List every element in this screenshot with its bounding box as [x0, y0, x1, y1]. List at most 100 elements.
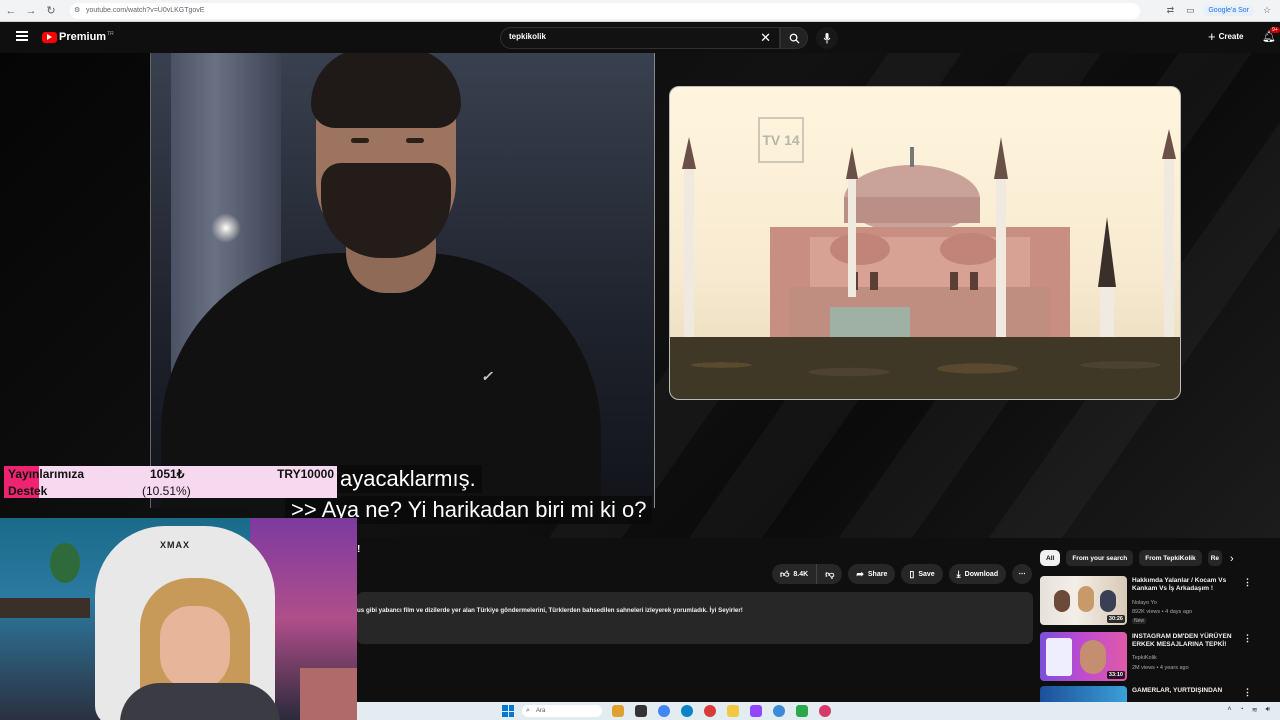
search-icon	[789, 33, 800, 44]
goal-label-line2: Destek	[8, 484, 48, 498]
chip-from-your-search[interactable]: From your search	[1066, 550, 1134, 566]
forward-icon[interactable]: →	[22, 2, 40, 20]
chip-all[interactable]: All	[1040, 550, 1061, 566]
like-count: 8.4K	[793, 570, 809, 578]
like-dislike-group: 👍︎ 8.4K 👎︎	[772, 564, 843, 584]
recommendation-channel[interactable]: TepkiKolik	[1132, 655, 1157, 661]
clear-search-icon[interactable]: ✕	[760, 30, 771, 46]
chevron-right-icon[interactable]: ›	[1230, 553, 1234, 565]
recommendation-title[interactable]: INSTAGRAM DM'DEN YÜRÜYEN ERKEK MESAJLARI…	[1132, 633, 1242, 649]
widgets-icon[interactable]	[612, 705, 624, 717]
video-thumbnail[interactable]: 33:10	[1040, 632, 1127, 681]
taskbar-search[interactable]: ⌕ Ara	[522, 705, 602, 717]
more-vertical-icon[interactable]: ⋮	[1243, 577, 1252, 588]
more-vertical-icon[interactable]: ⋮	[1243, 633, 1252, 644]
left-eye	[351, 138, 369, 143]
recommendation-item[interactable]: GAMERLAR, YURTDIŞINDAN ⋮	[1040, 686, 1280, 702]
windows-taskbar: ⌕ Ara ˄ ◔ ≋ 🔊︎	[357, 702, 1280, 720]
description-text: us gibi yabancı film ve dizilerde yer al…	[357, 607, 743, 614]
taskbar-search-placeholder: Ara	[536, 708, 546, 714]
recommendation-item[interactable]: 30:26 Hakkımda Yalanlar / Kocam Vs Kanka…	[1040, 576, 1280, 626]
search-icon: ⌕	[526, 707, 530, 714]
right-eye	[406, 138, 424, 143]
donation-goal-bar: Yayınlarımıza 1051₺ TRY10000 Destek (10.…	[4, 466, 337, 498]
menu-icon[interactable]	[16, 31, 28, 41]
save-button[interactable]: ▯ Save	[901, 564, 943, 584]
more-vertical-icon[interactable]: ⋮	[1243, 687, 1252, 698]
tray-chevron-icon[interactable]: ˄	[1227, 706, 1231, 714]
download-icon: ⤓	[956, 568, 961, 579]
edge-icon[interactable]	[681, 705, 693, 717]
thumbs-up-icon: 👍︎	[780, 568, 790, 579]
desk	[300, 668, 357, 720]
recommendation-title[interactable]: GAMERLAR, YURTDIŞINDAN	[1132, 687, 1242, 695]
chip-related[interactable]: Re	[1207, 550, 1222, 566]
voice-search-button[interactable]	[816, 27, 838, 49]
dislike-button[interactable]: 👎︎	[817, 564, 843, 584]
site-info-icon[interactable]: ⚙	[74, 3, 80, 19]
bookmark-star-icon[interactable]: ☆	[1260, 3, 1274, 17]
cast-icon[interactable]: ▭	[1183, 3, 1197, 17]
recommendation-title[interactable]: Hakkımda Yalanlar / Kocam Vs Kankam Vs İ…	[1132, 577, 1242, 593]
volume-icon[interactable]: 🔊︎	[1266, 706, 1270, 714]
browser-toolbar: ← → ↻ ⚙ youtube.com/watch?v=U0vLKGTgovE …	[0, 0, 1280, 22]
more-horizontal-icon: ⋯	[1018, 571, 1026, 578]
taskbar-apps	[612, 705, 831, 717]
recommendation-meta: 2M views • 4 years ago	[1132, 665, 1189, 671]
goal-label-line1: Yayınlarımıza	[8, 467, 85, 481]
video-thumbnail[interactable]	[1040, 686, 1127, 702]
plant	[50, 543, 80, 583]
shelf	[0, 598, 90, 618]
plus-icon: +	[1208, 29, 1216, 44]
notification-badge: 9+	[1270, 27, 1280, 33]
youtube-premium-logo[interactable]: Premium TR	[42, 31, 114, 43]
network-icon[interactable]: ◔	[1239, 706, 1243, 714]
app-icon[interactable]	[819, 705, 831, 717]
nike-logo-icon: ✓	[481, 368, 493, 384]
hair	[311, 53, 461, 128]
video-duration: 33:10	[1106, 671, 1125, 679]
description-box[interactable]: us gibi yabancı film ve dizilerde yer al…	[357, 592, 1033, 644]
translate-icon[interactable]: ⇄	[1163, 3, 1177, 17]
chrome-alt-icon[interactable]	[773, 705, 785, 717]
chip-from-channel[interactable]: From TepkiKolik	[1139, 550, 1202, 566]
create-button[interactable]: + Create	[1208, 29, 1244, 44]
video-thumbnail[interactable]: 30:26	[1040, 576, 1127, 625]
reactor-webcam-feed: ✓	[150, 53, 655, 508]
goal-current: 1051₺	[150, 467, 185, 481]
search-input[interactable]: tepkikolik ✕	[500, 27, 780, 49]
obs-icon[interactable]	[796, 705, 808, 717]
address-bar[interactable]: ⚙ youtube.com/watch?v=U0vLKGTgovE	[70, 3, 1140, 19]
url-text: youtube.com/watch?v=U0vLKGTgovE	[86, 7, 205, 14]
chrome-icon[interactable]	[658, 705, 670, 717]
like-button[interactable]: 👍︎ 8.4K	[772, 564, 818, 584]
file-explorer-icon[interactable]	[727, 705, 739, 717]
share-button[interactable]: ➦ Share	[848, 564, 896, 584]
related-filter-chips: All From your search From TepkiKolik Re	[1040, 550, 1222, 566]
recommendation-channel[interactable]: Nolayo Yo	[1132, 600, 1157, 606]
video-title: !	[357, 544, 361, 555]
more-actions-button[interactable]: ⋯	[1012, 564, 1033, 584]
twitch-icon[interactable]	[750, 705, 762, 717]
share-label: Share	[867, 570, 888, 578]
search-button[interactable]	[780, 27, 808, 49]
back-icon[interactable]: ←	[2, 2, 20, 20]
streamer-face	[160, 606, 230, 691]
wifi-icon[interactable]: ≋	[1252, 706, 1258, 714]
youtube-play-icon	[42, 31, 57, 43]
task-view-icon[interactable]	[635, 705, 647, 717]
windows-start-icon[interactable]	[502, 705, 514, 717]
trees	[670, 337, 1180, 399]
search-value: tepkikolik	[509, 32, 546, 41]
streamer-webcam: XMAX	[0, 518, 357, 720]
recommendation-item[interactable]: 33:10 INSTAGRAM DM'DEN YÜRÜYEN ERKEK MES…	[1040, 632, 1280, 682]
logo-text: Premium	[59, 31, 107, 43]
google-sor-button[interactable]: Google'a Sor	[1203, 4, 1254, 16]
save-label: Save	[918, 570, 935, 578]
chrome-profile-icon[interactable]	[704, 705, 716, 717]
download-button[interactable]: ⤓ Download	[948, 564, 1007, 584]
reload-icon[interactable]: ↻	[42, 2, 60, 20]
youtube-header: Premium TR tepkikolik ✕ + Create 🔔︎ 9+	[0, 23, 1280, 53]
hagia-sophia-illustration: TV 14	[669, 86, 1181, 400]
logo-region: TR	[107, 31, 114, 37]
